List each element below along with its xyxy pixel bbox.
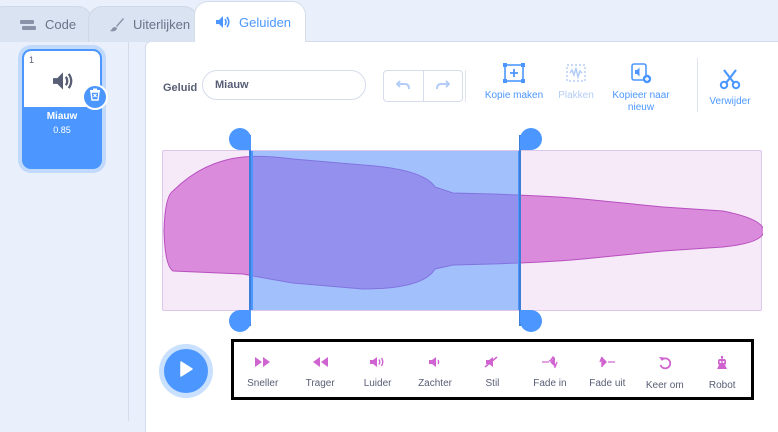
delete-button[interactable]: Verwijder: [706, 68, 754, 108]
copy-label: Kopie maken: [484, 90, 544, 101]
effect-slower[interactable]: Trager: [291, 342, 348, 397]
copy-to-new-icon: [630, 62, 652, 90]
louder-icon: [369, 356, 387, 378]
speaker-icon: [51, 71, 75, 96]
play-button[interactable]: [164, 349, 208, 393]
mute-icon: [483, 356, 501, 378]
fade-in-icon: [541, 355, 559, 378]
trash-icon: [89, 88, 101, 106]
faster-icon: [254, 356, 272, 378]
effect-slower-label: Trager: [305, 378, 335, 389]
sound-name-input[interactable]: [202, 70, 366, 100]
effect-mute[interactable]: Stil: [464, 342, 521, 397]
effect-fade-in[interactable]: Fade in: [521, 342, 578, 397]
effect-robot[interactable]: Robot: [694, 342, 751, 397]
tab-code[interactable]: Code: [0, 6, 92, 42]
effect-softer[interactable]: Zachter: [406, 342, 463, 397]
toolbar-divider: [697, 58, 698, 112]
tab-code-label: Code: [45, 17, 77, 32]
delete-label: Verwijder: [709, 96, 751, 107]
tab-costumes[interactable]: Uiterlijken: [88, 6, 198, 42]
undo-button[interactable]: [384, 71, 423, 101]
undo-redo-group: [383, 70, 463, 102]
sound-tile-duration: 0.85: [53, 125, 71, 135]
trim-end-line[interactable]: [519, 135, 521, 326]
redo-icon: [435, 77, 451, 95]
effect-louder[interactable]: Luider: [349, 342, 406, 397]
effect-fade-in-label: Fade in: [533, 378, 567, 389]
play-icon: [179, 360, 193, 382]
trim-end-handle-bottom[interactable]: [520, 310, 542, 332]
effect-robot-label: Robot: [708, 380, 736, 391]
copy-to-new-label: Kopieer naar nieuw: [612, 90, 670, 113]
redo-button[interactable]: [422, 71, 463, 101]
sound-list: 1 Miauw 0.85: [0, 41, 129, 421]
tab-costumes-label: Uiterlijken: [133, 17, 191, 32]
brush-icon: [109, 17, 125, 33]
effect-softer-label: Zachter: [418, 378, 452, 389]
copy-button[interactable]: Kopie maken: [484, 62, 544, 102]
trim-start-handle-bottom[interactable]: [229, 310, 251, 332]
tab-sounds[interactable]: Geluiden: [194, 1, 306, 42]
effect-fade-out-label: Fade uit: [589, 378, 626, 389]
tab-sounds-label: Geluiden: [239, 14, 292, 30]
paste-icon: [564, 62, 588, 90]
slower-icon: [311, 356, 329, 378]
sound-tile-index: 1: [29, 55, 35, 65]
waveform-area[interactable]: [162, 150, 763, 311]
delete-sound-button[interactable]: [82, 84, 108, 110]
effect-louder-label: Luider: [363, 378, 392, 389]
softer-icon: [426, 356, 444, 378]
sound-tile-name: Miauw: [46, 111, 78, 122]
trim-start-handle-top[interactable]: [229, 128, 251, 150]
reverse-icon: [658, 356, 672, 380]
sound-name-label: Geluid: [163, 82, 198, 94]
effect-faster-label: Sneller: [247, 378, 279, 389]
fade-out-icon: [598, 356, 616, 378]
speaker-icon: [215, 15, 231, 29]
effect-reverse-label: Keer om: [645, 380, 684, 391]
scissors-icon: [719, 68, 741, 96]
effect-faster[interactable]: Sneller: [234, 342, 291, 397]
effect-fade-out[interactable]: Fade uit: [579, 342, 636, 397]
selection-range[interactable]: [251, 151, 520, 310]
copy-to-new-button[interactable]: Kopieer naar nieuw: [606, 62, 676, 114]
effect-mute-label: Stil: [485, 378, 500, 389]
paste-label: Plakken: [558, 90, 594, 101]
undo-icon: [395, 77, 411, 95]
trim-end-handle-top[interactable]: [520, 128, 542, 150]
paste-button[interactable]: Plakken: [556, 62, 596, 102]
robot-icon: [715, 355, 729, 380]
toolbar-divider: [465, 70, 466, 102]
code-icon: [19, 18, 37, 32]
trim-start-line[interactable]: [249, 135, 251, 326]
effect-reverse[interactable]: Keer om: [636, 342, 693, 397]
effects-bar: Sneller Trager Luider Zachter Stil Fade …: [231, 339, 754, 400]
copy-icon: [502, 62, 526, 90]
